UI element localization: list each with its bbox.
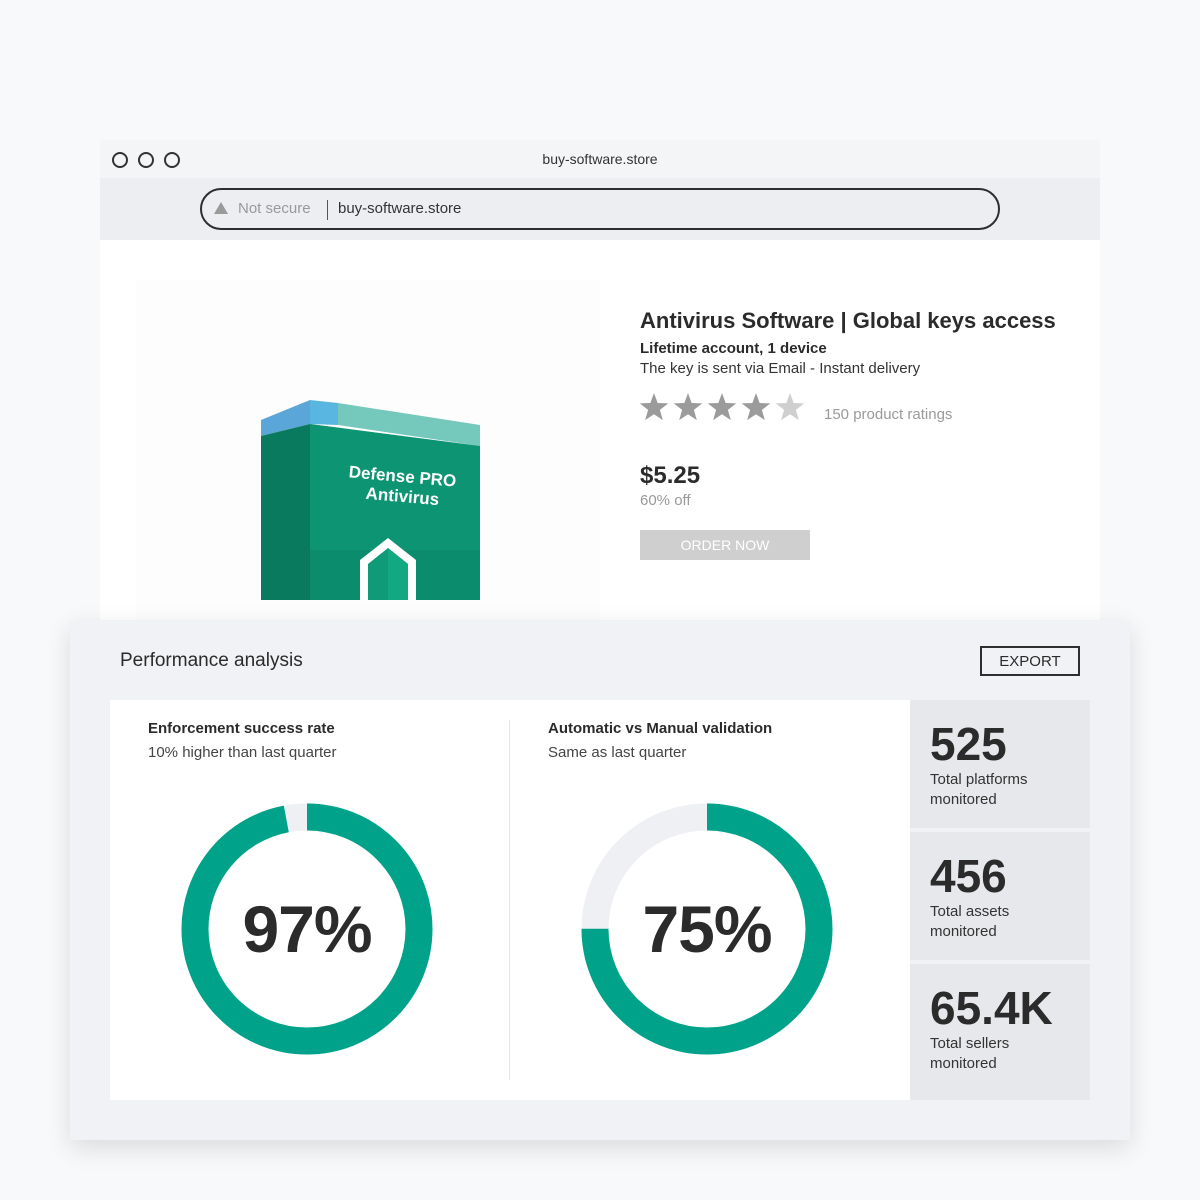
stat-label: Total platforms monitored: [930, 771, 1028, 808]
star-empty-icon: [775, 393, 805, 421]
stat-platforms: 525 Total platforms monitored: [910, 700, 1090, 828]
product-title: Antivirus Software | Global keys access: [640, 308, 1056, 333]
url-field[interactable]: Not secure buy-software.store: [200, 188, 1000, 230]
warning-icon: [214, 202, 228, 214]
metric-subtitle: Same as last quarter: [548, 744, 687, 761]
product-subtitle: Lifetime account, 1 device: [640, 340, 827, 357]
metric-title: Enforcement success rate: [148, 720, 335, 737]
star-filled-icon: [639, 393, 669, 421]
star-filled-icon: [741, 393, 771, 421]
metric-validation: Automatic vs Manual validation Same as l…: [510, 700, 909, 1100]
product-image-area: Defense PRO Antivirus: [136, 280, 600, 640]
address-bar: Not secure buy-software.store: [100, 178, 1100, 240]
discount-label: 60% off: [640, 492, 691, 509]
star-filled-icon: [707, 393, 737, 421]
price: $5.25: [640, 462, 701, 489]
product-box-image: Defense PRO Antivirus: [261, 400, 480, 600]
star-rating: [639, 393, 805, 421]
stat-label: Total sellers monitored: [930, 1035, 1010, 1072]
metric-enforcement: Enforcement success rate 10% higher than…: [110, 700, 509, 1100]
ratings-count[interactable]: 150 product ratings: [824, 406, 952, 423]
stat-assets: 456 Total assets monitored: [910, 832, 1090, 960]
donut-value: 97%: [242, 892, 372, 966]
metrics-card: Enforcement success rate 10% higher than…: [110, 700, 910, 1100]
title-bar: buy-software.store: [100, 140, 1100, 178]
stats-column: 525 Total platforms monitored 456 Total …: [910, 700, 1090, 1100]
url-text[interactable]: buy-software.store: [338, 190, 461, 228]
tab-title: buy-software.store: [542, 151, 658, 167]
url-divider: [327, 200, 328, 220]
metric-title: Automatic vs Manual validation: [548, 720, 773, 737]
stat-value: 65.4K: [930, 982, 1053, 1034]
security-label[interactable]: Not secure: [238, 190, 311, 228]
stat-sellers: 65.4K Total sellers monitored: [910, 964, 1090, 1100]
metric-subtitle: 10% higher than last quarter: [148, 744, 337, 761]
export-button[interactable]: EXPORT: [980, 646, 1080, 676]
panel-title: Performance analysis: [120, 650, 303, 671]
stat-value: 525: [930, 718, 1007, 770]
browser-window: buy-software.store Not secure buy-softwa…: [100, 140, 1100, 640]
delivery-info: The key is sent via Email - Instant deli…: [640, 360, 921, 377]
stat-label: Total assets monitored: [930, 903, 1010, 940]
star-filled-icon: [673, 393, 703, 421]
order-now-button[interactable]: ORDER NOW: [640, 530, 810, 560]
donut-value: 75%: [642, 892, 772, 966]
stat-value: 456: [930, 850, 1007, 902]
performance-panel: Performance analysis EXPORT Enforcement …: [70, 620, 1130, 1140]
product-page: Defense PRO Antivirus Antivirus Software…: [100, 240, 1100, 640]
